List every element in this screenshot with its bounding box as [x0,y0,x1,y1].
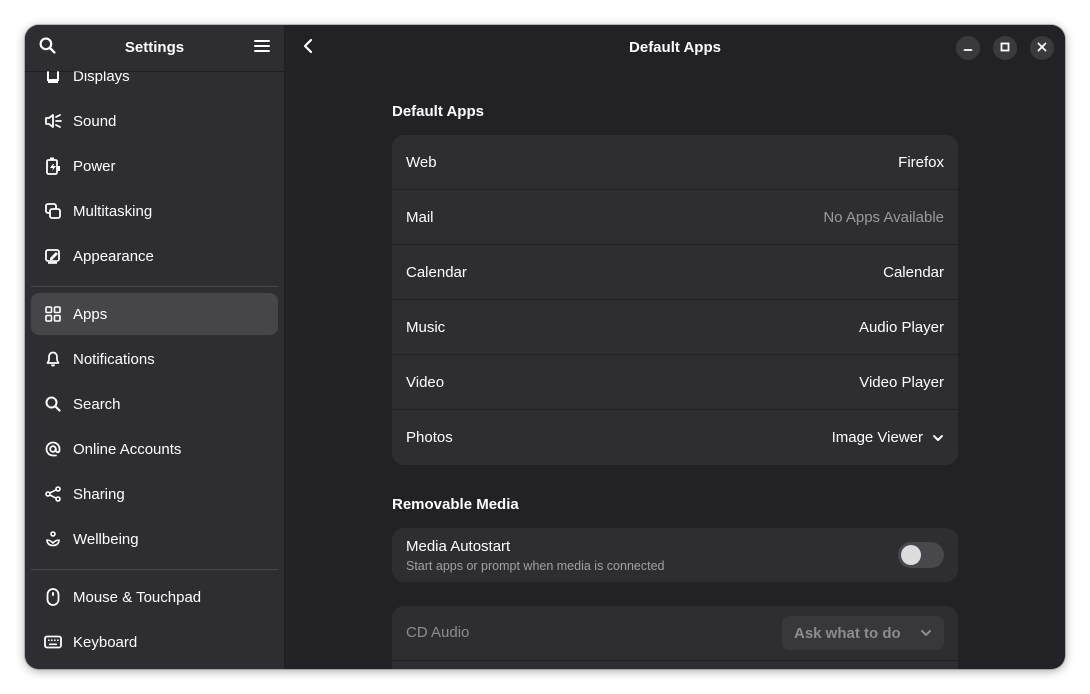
removable-media-heading: Removable Media [392,496,519,513]
media-handlers-card: CD Audio Ask what to do [392,606,958,669]
default-app-row-photos[interactable]: Photos Image Viewer [392,410,958,465]
at-sign-icon [44,440,62,458]
row-value: Calendar [883,263,944,281]
maximize-button[interactable] [993,36,1017,60]
default-app-row-video[interactable]: Video Video Player [392,355,958,410]
sidebar-item-sound[interactable]: Sound [31,100,278,142]
close-button[interactable] [1030,36,1054,60]
dropdown-value: Ask what to do [794,624,901,642]
sidebar-item-search[interactable]: Search [31,383,278,425]
sidebar-header: Settings [25,25,284,71]
sidebar-item-power[interactable]: Power [31,145,278,187]
apps-grid-icon [44,305,62,323]
row-value: Video Player [859,373,944,391]
minimize-button[interactable] [956,36,980,60]
hamburger-menu-icon [254,39,270,58]
main-header: Default Apps [285,25,1065,71]
row-value: Audio Player [858,318,944,336]
media-autostart-card: Media Autostart Start apps or prompt whe… [392,528,958,582]
sidebar-item-label: Notifications [73,350,155,368]
media-autostart-subtitle: Start apps or prompt when media is conne… [406,559,665,573]
settings-window: Displays Sound Power Multitasking Appear… [25,25,1065,669]
row-label: Video [406,373,445,391]
sidebar-item-mouse-touchpad[interactable]: Mouse & Touchpad [31,576,278,618]
sidebar-item-appearance[interactable]: Appearance [31,235,278,277]
sidebar-item-label: Power [73,157,116,175]
row-label: Photos [406,429,453,446]
main-menu-button[interactable] [248,34,276,62]
bell-icon [44,350,62,368]
media-autostart-title: Media Autostart [406,538,511,555]
sidebar-item-keyboard[interactable]: Keyboard [31,621,278,663]
default-app-row-web[interactable]: Web Firefox [392,135,958,190]
default-app-row-music[interactable]: Music Audio Player [392,300,958,355]
sidebar-item-label: Sound [73,112,117,130]
sidebar-item-label: Search [73,395,121,413]
chevron-down-icon [932,434,944,442]
sidebar-item-label: Wellbeing [73,530,139,548]
multitasking-icon [44,202,62,220]
cd-audio-dropdown[interactable]: Ask what to do [782,616,944,650]
sidebar-item-label: Mouse & Touchpad [73,588,202,606]
sidebar-item-multitasking[interactable]: Multitasking [31,190,278,232]
mouse-icon [44,588,62,606]
search-icon [44,395,62,413]
share-icon [44,485,62,503]
sidebar-title: Settings [124,39,185,56]
default-apps-heading: Default Apps [392,103,484,120]
sidebar-item-sharing[interactable]: Sharing [31,473,278,515]
sidebar-item-label: Sharing [73,485,125,503]
sidebar-item-label: Multitasking [73,202,153,220]
row-label: Web [406,153,437,171]
sidebar-separator [31,569,278,570]
row-label: Calendar [406,263,467,281]
sidebar-item-label: Keyboard [73,633,138,651]
keyboard-icon [44,633,62,651]
row-divider [392,660,958,661]
power-icon [44,157,62,175]
sidebar-item-notifications[interactable]: Notifications [31,338,278,380]
maximize-icon [1000,39,1010,57]
main-panel: Default Apps Default Apps Web Firefox Ma… [285,25,1065,669]
toggle-knob [901,545,921,565]
wellbeing-icon [44,530,62,548]
cd-audio-label: CD Audio [406,624,470,641]
row-label: Mail [406,208,434,226]
media-autostart-toggle[interactable] [898,542,944,568]
default-apps-card: Web Firefox Mail No Apps Available Calen… [392,135,958,465]
sidebar-item-apps[interactable]: Apps [31,293,278,335]
speaker-icon [44,112,62,130]
sidebar-item-label: Appearance [73,247,154,265]
appearance-icon [44,247,62,265]
default-app-row-calendar[interactable]: Calendar Calendar [392,245,958,300]
row-label: Music [406,318,446,336]
sidebar-item-label: Apps [73,305,108,323]
sidebar-item-wellbeing[interactable]: Wellbeing [31,518,278,560]
close-icon [1037,39,1047,57]
row-value: Image Viewer [831,429,923,446]
chevron-down-icon [920,629,932,637]
sidebar-item-label: Online Accounts [73,440,182,458]
sidebar-separator [31,286,278,287]
page-title: Default Apps [629,39,721,56]
row-value: Firefox [898,153,944,171]
sidebar-item-online-accounts[interactable]: Online Accounts [31,428,278,470]
row-value: No Apps Available [823,208,944,226]
default-app-row-mail[interactable]: Mail No Apps Available [392,190,958,245]
sidebar: Displays Sound Power Multitasking Appear… [25,25,285,669]
minimize-icon [963,39,973,57]
